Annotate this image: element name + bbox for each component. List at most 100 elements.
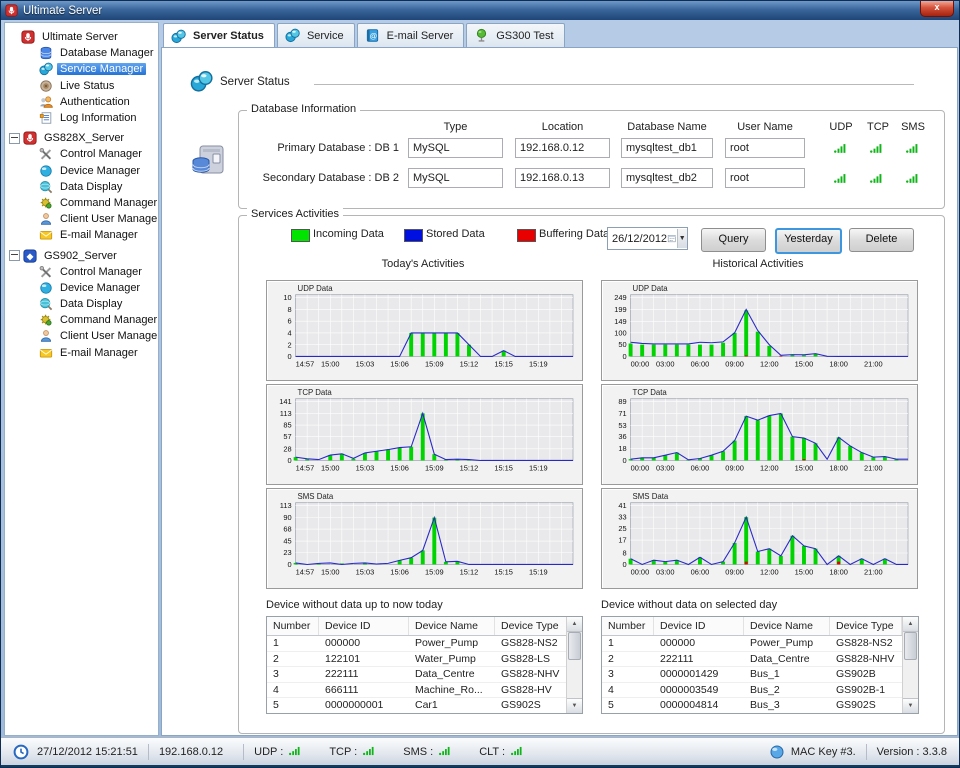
table-scrollbar[interactable]: ▲ ▼: [566, 617, 582, 713]
tree-expander-icon[interactable]: [9, 133, 20, 144]
table-row[interactable]: 40000003549Bus_2GS902B-1: [602, 683, 918, 699]
tree-item-gs902-server[interactable]: GS902_Server: [7, 247, 158, 263]
navigation-tree: Ultimate ServerDatabase ManagerService M…: [5, 23, 158, 361]
status-ip: 192.168.0.12: [159, 746, 223, 758]
table-cell: 5: [267, 698, 319, 713]
signal-bars-icon: [287, 745, 303, 758]
svg-text:21:00: 21:00: [864, 359, 883, 368]
date-dropdown-arrow[interactable]: ▼: [677, 229, 687, 248]
tree-item-client-user-manager[interactable]: Client User Manager: [7, 328, 158, 344]
db-user-field-2[interactable]: [725, 168, 805, 188]
tree-item-device-manager[interactable]: Device Manager: [7, 280, 158, 296]
column-header[interactable]: Device Name: [409, 617, 495, 635]
table-row[interactable]: 2222111Data_CentreGS828-NHV: [602, 652, 918, 668]
column-header[interactable]: Device Type: [495, 617, 567, 635]
db-location-field-1[interactable]: [515, 138, 610, 158]
tree-item-gs828x-server[interactable]: GS828X_Server: [7, 130, 158, 146]
table-row[interactable]: 30000001429Bus_1GS902B: [602, 667, 918, 683]
table-row[interactable]: 50000004814Bus_3GS902S: [602, 698, 918, 714]
db-location-field-2[interactable]: [515, 168, 610, 188]
tree-item-service-manager[interactable]: Service Manager: [7, 61, 158, 77]
tree-item-label: Data Display: [57, 181, 125, 193]
table-row[interactable]: 60000000002Car2GS902B: [267, 714, 582, 715]
tree-item-device-manager[interactable]: Device Manager: [7, 163, 158, 179]
date-picker[interactable]: 26/12/2012 ▼: [607, 227, 688, 250]
legend-swatch: [404, 229, 423, 242]
table-cell: 1: [267, 636, 319, 651]
query-button[interactable]: Query: [701, 228, 766, 252]
svg-text:18:00: 18:00: [829, 567, 848, 576]
mac-key-icon: [769, 744, 785, 760]
tree-item-control-manager[interactable]: Control Manager: [7, 264, 158, 280]
column-header[interactable]: Device Name: [744, 617, 830, 635]
svg-text:@: @: [369, 31, 377, 40]
scroll-up-button[interactable]: ▲: [567, 617, 582, 632]
db-db_name-field-2[interactable]: [621, 168, 713, 188]
scrollbar-thumb[interactable]: [568, 632, 581, 660]
tab-e-mail-server[interactable]: @E-mail Server: [357, 23, 465, 47]
tab-server-status[interactable]: Server Status: [163, 23, 275, 48]
db-db_name-field-1[interactable]: [621, 138, 713, 158]
status-signal-tcp: TCP :: [329, 745, 377, 758]
tab-service[interactable]: Service: [277, 23, 355, 47]
tree-item-log-information[interactable]: Log Information: [7, 110, 158, 126]
scroll-down-button[interactable]: ▼: [903, 698, 918, 713]
db-type-field-2[interactable]: [408, 168, 503, 188]
device-icon: [39, 281, 53, 295]
column-header[interactable]: Number: [267, 617, 319, 635]
table-row[interactable]: 3222111Data_CentreGS828-NHV: [267, 667, 582, 683]
tree-item-command-manager[interactable]: Command Manager: [7, 312, 158, 328]
tab-gs300-test[interactable]: GS300 Test: [466, 23, 564, 47]
today-activities-title: Today's Activities: [343, 258, 503, 270]
svg-text:15:12: 15:12: [460, 463, 479, 472]
svg-text:15:15: 15:15: [494, 567, 513, 576]
table-row[interactable]: 2122101Water_PumpGS828-LS: [267, 652, 582, 668]
table-row[interactable]: 1000000Power_PumpGS828-NS2: [267, 636, 582, 652]
titlebar: Ultimate Server x: [1, 1, 959, 20]
svg-text:89: 89: [618, 397, 626, 406]
column-header[interactable]: Number: [602, 617, 654, 635]
tree-item-ultimate-server[interactable]: Ultimate Server: [7, 29, 158, 45]
column-header[interactable]: Device ID: [654, 617, 744, 635]
status-datetime: 27/12/2012 15:21:51: [37, 746, 138, 758]
database-icon: [39, 46, 53, 60]
tree-item-authentication[interactable]: Authentication: [7, 94, 158, 110]
table-row[interactable]: 1000000Power_PumpGS828-NS2: [602, 636, 918, 652]
device-icon: [39, 164, 53, 178]
db-user-field-1[interactable]: [725, 138, 805, 158]
table-row[interactable]: 4666111Machine_Ro...GS828-HV: [267, 683, 582, 699]
table-cell: GS902S: [830, 698, 902, 713]
scroll-down-button[interactable]: ▼: [567, 698, 582, 713]
svg-text:09:00: 09:00: [725, 359, 744, 368]
tree-item-command-manager[interactable]: Command Manager: [7, 195, 158, 211]
table-row[interactable]: 50000000001Car1GS902S: [267, 698, 582, 714]
tree-item-control-manager[interactable]: Control Manager: [7, 146, 158, 162]
svg-text:SMS Data: SMS Data: [633, 492, 669, 501]
db-type-field-1[interactable]: [408, 138, 503, 158]
tree-item-live-status[interactable]: Live Status: [7, 78, 158, 94]
tree-item-client-user-manager[interactable]: Client User Manager: [7, 211, 158, 227]
tree-item-data-display[interactable]: Data Display: [7, 179, 158, 195]
svg-text:06:00: 06:00: [691, 463, 710, 472]
tree-item-e-mail-manager[interactable]: E-mail Manager: [7, 227, 158, 243]
svg-text:UDP Data: UDP Data: [298, 284, 334, 293]
tree-expander-icon[interactable]: [9, 250, 20, 261]
signal-bars-icon: [361, 745, 377, 758]
column-header[interactable]: Device ID: [319, 617, 409, 635]
table-cell: 000000: [654, 636, 744, 651]
column-header[interactable]: Device Type: [830, 617, 902, 635]
tree-item-database-manager[interactable]: Database Manager: [7, 45, 158, 61]
svg-text:8: 8: [623, 549, 627, 558]
scrollbar-thumb[interactable]: [904, 632, 917, 660]
device-table-header: NumberDevice IDDevice NameDevice Type: [602, 617, 918, 636]
table-row[interactable]: 60100000000Fire_truck1GS902S: [602, 714, 918, 715]
table-scrollbar[interactable]: ▲ ▼: [902, 617, 918, 713]
svg-text:03:00: 03:00: [656, 463, 675, 472]
service-icon: [284, 28, 301, 43]
tree-item-e-mail-manager[interactable]: E-mail Manager: [7, 345, 158, 361]
tree-item-data-display[interactable]: Data Display: [7, 296, 158, 312]
delete-button[interactable]: Delete: [849, 228, 914, 252]
yesterday-button[interactable]: Yesterday: [775, 228, 842, 254]
close-button[interactable]: x: [920, 1, 954, 17]
scroll-up-button[interactable]: ▲: [903, 617, 918, 632]
